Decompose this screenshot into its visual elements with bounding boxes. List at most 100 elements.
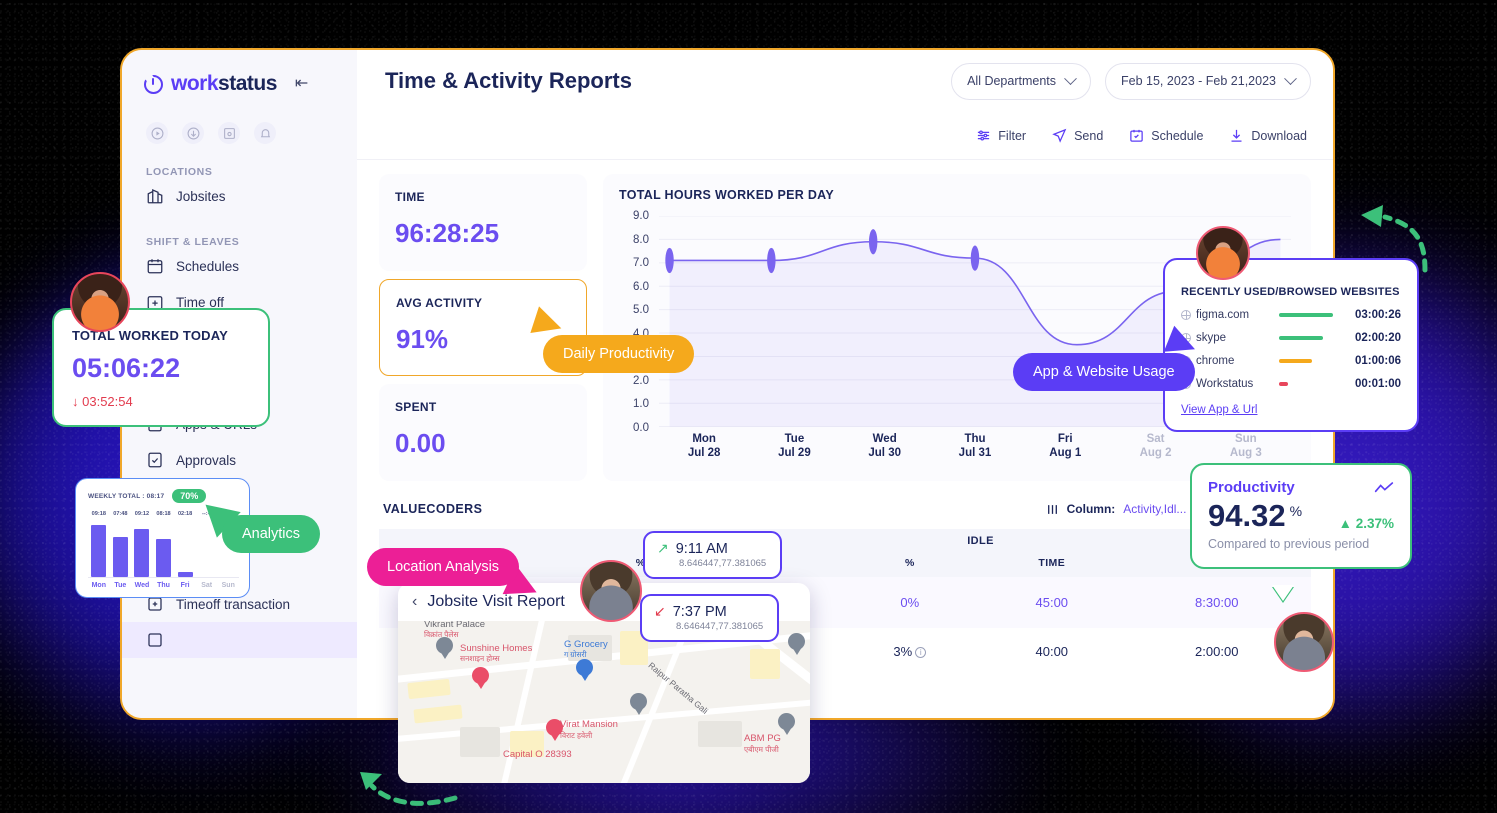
stat-value: 96:28:25 xyxy=(395,218,500,248)
stat-value: 0.00 xyxy=(395,428,446,458)
column-selector[interactable]: Column: Activity,Idl... ▼ xyxy=(1046,502,1203,516)
gps-coords: 8.646447,77.381065 xyxy=(676,621,764,632)
badge-app-website-usage[interactable]: App & Website Usage xyxy=(1013,353,1195,391)
brand-text-second: status xyxy=(218,72,277,95)
table-group-name: VALUECODERS xyxy=(383,502,483,516)
sidebar-item-label: Timeoff transaction xyxy=(176,596,291,612)
weekly-bar-column xyxy=(88,520,110,577)
building-icon xyxy=(146,187,164,205)
website-name: chrome xyxy=(1196,355,1235,367)
avatar xyxy=(70,272,130,332)
sidebar-item-label: Jobsites xyxy=(176,188,226,204)
weekly-bar-column xyxy=(110,520,132,577)
stat-card-spent: SPENT 0.00 xyxy=(379,384,587,481)
arrow-up-right-icon: ↗ xyxy=(657,540,669,556)
view-app-url-link[interactable]: View App & Url xyxy=(1181,404,1258,416)
screenshot-icon[interactable] xyxy=(218,122,240,144)
bell-icon[interactable] xyxy=(254,122,276,144)
chevron-down-icon xyxy=(1284,71,1297,85)
list-icon xyxy=(146,631,164,649)
sidebar-item-jobsites-locations[interactable]: Jobsites xyxy=(122,178,357,214)
website-name-cell: figma.com xyxy=(1181,309,1273,321)
play-circle-icon[interactable] xyxy=(146,122,168,144)
table-cell-idle-pct: 3% i xyxy=(839,628,982,675)
badge-daily-productivity[interactable]: Daily Productivity xyxy=(543,335,695,373)
download-label: Download xyxy=(1251,128,1307,143)
weekly-bar-day: Sun xyxy=(221,582,235,589)
page-title: Time & Activity Reports xyxy=(385,68,632,93)
download-button[interactable]: Download xyxy=(1229,128,1307,143)
weekly-bar-value: 08:18 xyxy=(156,511,171,517)
sidebar-item-label: Approvals xyxy=(176,452,237,468)
date-range-value: Feb 15, 2023 - Feb 21,2023 xyxy=(1121,74,1276,88)
idle-pct-value: 3% xyxy=(893,644,913,659)
map-label-sub: ग ग्रोसरी xyxy=(564,650,587,659)
table-group-header-row: ACTIVITY IDLE xyxy=(379,529,1311,553)
map-canvas[interactable]: Vikrant Palace विक्रांत पैलेस Sunshine H… xyxy=(398,621,810,783)
sidebar-item-approvals[interactable]: Approvals xyxy=(122,442,357,478)
info-icon[interactable]: i xyxy=(915,647,927,658)
schedule-button[interactable]: Schedule xyxy=(1129,128,1203,143)
badge-analytics[interactable]: Analytics xyxy=(222,515,321,553)
chart-y-tick: 0.0 xyxy=(633,421,649,434)
trend-line-icon xyxy=(1374,481,1394,492)
brand[interactable]: workstatus ⇤ xyxy=(122,68,357,100)
badge-location-analysis[interactable]: Location Analysis xyxy=(367,548,520,586)
department-filter-dropdown[interactable]: All Departments xyxy=(951,62,1092,100)
send-button[interactable]: Send xyxy=(1052,128,1103,143)
chart-x-tick: Fri Aug 1 xyxy=(1049,433,1082,459)
map-pin[interactable] xyxy=(788,633,805,655)
table-sub-header-idle-time[interactable]: TIME xyxy=(981,553,1123,577)
map-label: Vikrant Palace xyxy=(424,621,486,630)
chart-x-tick: Thu Jul 31 xyxy=(958,433,992,459)
download-circle-icon[interactable] xyxy=(182,122,204,144)
avatar xyxy=(1274,612,1334,672)
chevron-left-icon[interactable]: ‹ xyxy=(412,593,417,611)
schedule-icon xyxy=(1130,129,1144,142)
weekly-bar-column xyxy=(153,520,175,577)
productivity-header: Productivity xyxy=(1208,479,1394,496)
filter-label: Filter xyxy=(998,128,1027,143)
map-block xyxy=(460,727,500,757)
map-block xyxy=(413,704,463,724)
column-value: Activity,Idl... xyxy=(1123,502,1187,516)
map-pin[interactable] xyxy=(472,667,489,689)
weekly-header: WEEKLY TOTAL : 08:17 70% xyxy=(88,489,239,503)
sidebar-section-shift-leaves: SHIFT & LEAVES xyxy=(146,236,240,248)
map-pin[interactable] xyxy=(576,659,593,681)
map-pin[interactable] xyxy=(630,693,647,715)
table-sub-header-idle-pct[interactable]: % xyxy=(838,553,982,577)
sidebar-item-extra[interactable] xyxy=(122,622,357,658)
chart-y-tick: 7.0 xyxy=(633,257,649,270)
filter-button[interactable]: Filter xyxy=(976,128,1026,143)
map-label-sub: विक्रांत पैलेस xyxy=(424,630,459,639)
sidebar-item-schedules[interactable]: Schedules xyxy=(122,248,357,284)
date-range-picker[interactable]: Feb 15, 2023 - Feb 21,2023 xyxy=(1105,62,1311,100)
arrow-down-left-icon: ↙ xyxy=(654,603,666,619)
recently-used-websites-card: RECENTLY USED/BROWSED WEBSITES figma.com… xyxy=(1163,258,1419,432)
page-header: Time & Activity Reports All Departments … xyxy=(357,50,1333,112)
brand-text-first: work xyxy=(171,72,219,95)
stat-card-time: TIME 96:28:25 xyxy=(379,174,587,271)
download-icon xyxy=(1231,129,1242,142)
column-label: Column: xyxy=(1066,502,1116,516)
map-pin[interactable] xyxy=(778,713,795,735)
weekly-bar xyxy=(112,537,128,577)
chart-data-point xyxy=(767,247,776,274)
filter-icon xyxy=(978,130,990,141)
collapse-left-icon[interactable]: ⇤ xyxy=(295,76,308,92)
website-usage-bar xyxy=(1279,313,1333,317)
website-name-cell: Workstatus xyxy=(1181,378,1273,390)
weekly-bar xyxy=(91,525,107,577)
map-pin[interactable] xyxy=(436,637,453,659)
weekly-total-text: WEEKLY TOTAL : 08:17 xyxy=(88,493,164,500)
table-cell-idle-time: 40:00 xyxy=(1035,644,1069,659)
website-name: skype xyxy=(1196,332,1227,344)
productivity-delta: ▲ 2.37% xyxy=(1339,516,1394,531)
gps-time-row: ↗ 9:11 AM xyxy=(657,540,766,557)
brand-text: workstatus xyxy=(171,72,277,96)
weekly-bar-day: Sat xyxy=(201,582,213,589)
weekly-bar-column xyxy=(174,520,196,577)
website-row: chrome 01:00:06 xyxy=(1181,355,1401,367)
chevron-down-icon xyxy=(1064,71,1077,85)
